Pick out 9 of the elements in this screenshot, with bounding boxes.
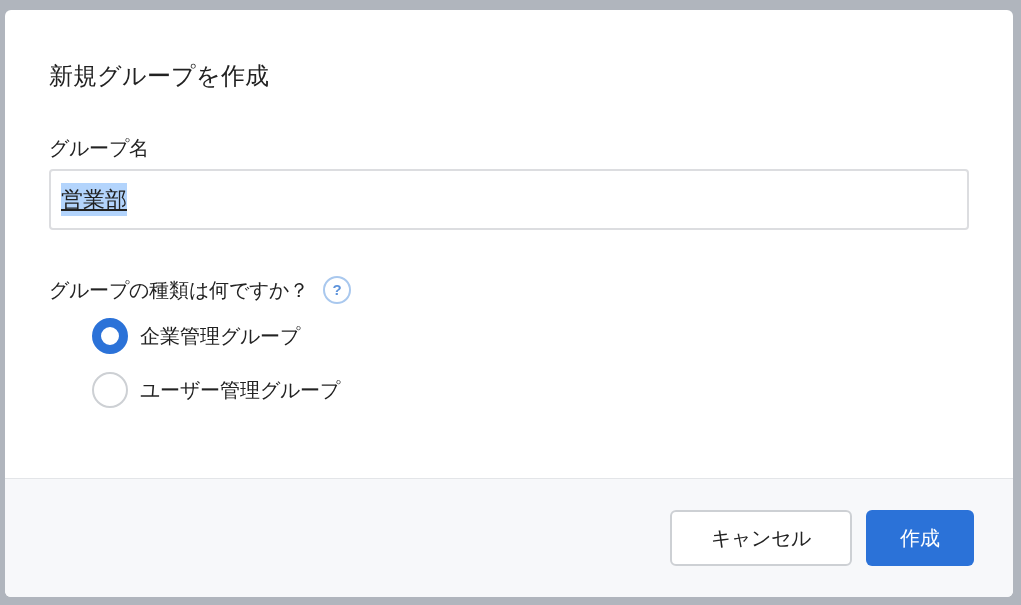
radio-label: ユーザー管理グループ [140,378,340,403]
radio-button[interactable] [92,318,128,354]
dialog-title: 新規グループを作成 [49,61,270,91]
input-field[interactable]: 営業部 [49,169,969,230]
create-button[interactable]: 作成 [866,510,974,566]
radio-label: 企業管理グループ [140,324,300,349]
question-label: グループの種類は何ですか？ [49,278,309,303]
cancel-button[interactable]: キャンセル [670,510,852,566]
field-label: グループ名 [49,136,149,161]
